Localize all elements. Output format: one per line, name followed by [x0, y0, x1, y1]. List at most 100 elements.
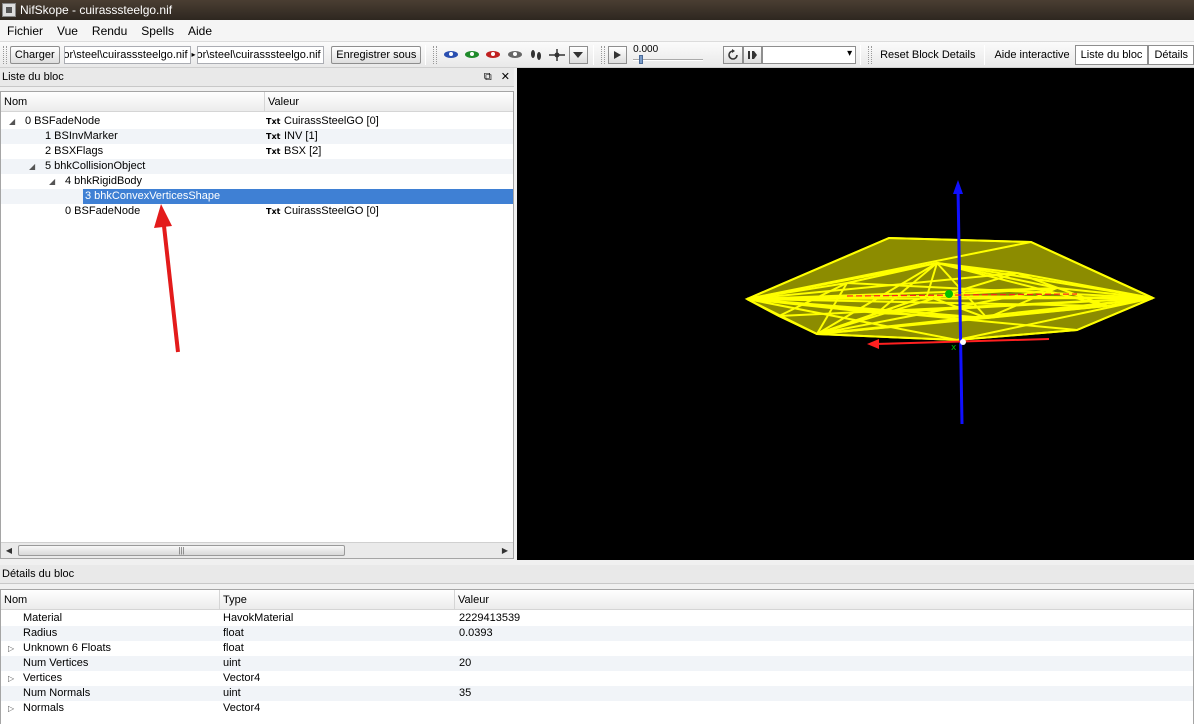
menu-aide[interactable]: Aide: [181, 20, 219, 42]
block-name: 0 BSFadeNode: [25, 115, 101, 127]
toolbar-separator: [425, 44, 427, 65]
animation-time-slider[interactable]: 0.000: [631, 44, 704, 66]
detail-type: float: [223, 642, 244, 654]
block-list-row[interactable]: ◢ 0 BSFadeNode Txt CuirassSteelGO [0]: [1, 114, 513, 129]
pause-icon[interactable]: [742, 45, 762, 64]
block-name: 0 BSFadeNode: [65, 205, 141, 217]
path-chevron-icon[interactable]: ▸: [192, 50, 196, 59]
detail-name: Radius: [23, 627, 58, 639]
float-dock-icon[interactable]: ⧉: [484, 71, 492, 83]
interactive-help-button[interactable]: Aide interactive: [989, 46, 1074, 64]
column-header-name[interactable]: Nom: [1, 92, 265, 112]
block-list-row[interactable]: ◢ 4 bhkRigidBody: [1, 174, 513, 189]
column-header-name[interactable]: Nom: [1, 590, 220, 610]
detail-type: Vector4: [223, 702, 261, 714]
column-header-value[interactable]: Valeur: [455, 590, 1193, 610]
block-list-row[interactable]: 1 BSInvMarker Txt INV [1]: [1, 129, 513, 144]
animation-select[interactable]: [761, 45, 857, 64]
detail-value[interactable]: 35: [459, 686, 471, 701]
load-path-field[interactable]: armor\steel\cuirasssteelgo.nif: [63, 45, 191, 64]
detail-value[interactable]: 0.0393: [459, 626, 493, 641]
detail-row[interactable]: Material HavokMaterial 2229413539: [1, 611, 1193, 626]
menu-fichier[interactable]: Fichier: [0, 20, 50, 42]
detail-row[interactable]: Radius float 0.0393: [1, 626, 1193, 641]
light-icon[interactable]: [547, 46, 566, 64]
block-list-toggle[interactable]: Liste du bloc: [1074, 44, 1149, 65]
scroll-right-icon[interactable]: ▶: [497, 543, 513, 558]
eye-red-icon[interactable]: [484, 46, 503, 64]
title-bar: NifSkope - cuirasssteelgo.nif: [0, 0, 1194, 20]
x-axis-arrowhead: [867, 339, 879, 349]
block-details-dock-title: Détails du bloc: [0, 565, 1194, 584]
detail-name: Num Normals: [23, 687, 91, 699]
text-type-icon: Txt: [266, 132, 281, 141]
block-details-toggle[interactable]: Détails: [1148, 44, 1194, 65]
block-name: 1 BSInvMarker: [45, 130, 118, 142]
block-list-row[interactable]: 0 BSFadeNode Txt CuirassSteelGO [0]: [1, 204, 513, 219]
play-icon[interactable]: [607, 45, 628, 64]
close-dock-icon[interactable]: ✕: [501, 71, 510, 83]
load-button[interactable]: Charger: [9, 45, 60, 64]
save-path-field[interactable]: armor\steel\cuirasssteelgo.nif: [196, 45, 324, 64]
block-list-tree[interactable]: Nom Valeur ◢ 0 BSFadeNode Txt CuirassSteelG…: [0, 91, 514, 559]
eye-blue-icon[interactable]: [441, 46, 460, 64]
reset-block-details-button[interactable]: Reset Block Details: [875, 46, 980, 64]
z-axis-arrowhead: [953, 180, 963, 194]
scroll-thumb[interactable]: |||: [18, 545, 345, 556]
collapsed-arrow-icon[interactable]: ▷: [8, 641, 14, 656]
toolbar-separator: [984, 44, 986, 65]
toolbar-grip[interactable]: [600, 45, 605, 64]
block-name: 5 bhkCollisionObject: [45, 160, 146, 172]
block-details-tree[interactable]: Nom Type Valeur Material HavokMaterial 222…: [0, 589, 1194, 724]
detail-value[interactable]: 20: [459, 656, 471, 671]
detail-name: Normals: [23, 702, 64, 714]
block-list-row[interactable]: 3 bhkConvexVerticesShape: [1, 189, 513, 204]
block-details-title: Détails du bloc: [2, 568, 75, 580]
collision-mesh-render: x: [744, 180, 1156, 425]
block-value: INV [1]: [284, 130, 318, 142]
save-as-button[interactable]: Enregistrer sous: [331, 45, 422, 64]
detail-row[interactable]: Num Normals uint 35: [1, 686, 1193, 701]
detail-name: Unknown 6 Floats: [23, 642, 112, 654]
block-list-row[interactable]: 2 BSXFlags Txt BSX [2]: [1, 144, 513, 159]
expanded-arrow-icon[interactable]: ◢: [49, 174, 55, 189]
column-header-value[interactable]: Valeur: [265, 92, 513, 112]
block-name: 4 bhkRigidBody: [65, 175, 143, 187]
detail-value[interactable]: 2229413539: [459, 611, 520, 626]
block-list-dock-title: Liste du bloc ⧉ ✕: [0, 68, 514, 87]
eye-green-icon[interactable]: [463, 46, 482, 64]
menu-rendu[interactable]: Rendu: [85, 20, 134, 42]
detail-row[interactable]: ▷ Normals Vector4: [1, 701, 1193, 716]
detail-name: Num Vertices: [23, 657, 89, 669]
window-title: NifSkope - cuirasssteelgo.nif: [20, 3, 173, 17]
expanded-arrow-icon[interactable]: ◢: [29, 159, 35, 174]
detail-row[interactable]: Num Vertices uint 20: [1, 656, 1193, 671]
menu-vue[interactable]: Vue: [50, 20, 85, 42]
menu-spells[interactable]: Spells: [134, 20, 181, 42]
toolbar-grip[interactable]: [433, 45, 438, 64]
scroll-left-icon[interactable]: ◀: [1, 543, 17, 558]
render-viewport[interactable]: x: [517, 68, 1194, 560]
time-value: 0.000: [633, 43, 659, 55]
view-dropdown-icon[interactable]: [568, 45, 588, 64]
block-list-hscrollbar[interactable]: ◀ ||| ▶: [1, 542, 513, 558]
block-list-header: Nom Valeur: [1, 92, 513, 112]
collapsed-arrow-icon[interactable]: ▷: [8, 701, 14, 716]
footprint-icon[interactable]: [526, 46, 545, 64]
collapsed-arrow-icon[interactable]: ▷: [8, 671, 14, 686]
detail-row[interactable]: ▷ Vertices Vector4: [1, 671, 1193, 686]
block-value: CuirassSteelGO [0]: [284, 205, 379, 217]
eye-gray-icon[interactable]: [505, 46, 524, 64]
column-header-type[interactable]: Type: [220, 590, 455, 610]
detail-row[interactable]: ▷ Unknown 6 Floats float: [1, 641, 1193, 656]
y-axis-point: [945, 290, 953, 298]
detail-type: HavokMaterial: [223, 612, 294, 624]
text-type-icon: Txt: [266, 147, 281, 156]
expanded-arrow-icon[interactable]: ◢: [9, 114, 15, 129]
block-list-row[interactable]: ◢ 5 bhkCollisionObject: [1, 159, 513, 174]
refresh-icon[interactable]: [723, 45, 743, 64]
slider-thumb[interactable]: [639, 54, 644, 64]
toolbar-grip[interactable]: [868, 45, 873, 64]
toolbar-grip[interactable]: [3, 45, 7, 64]
origin-point: [960, 339, 966, 345]
